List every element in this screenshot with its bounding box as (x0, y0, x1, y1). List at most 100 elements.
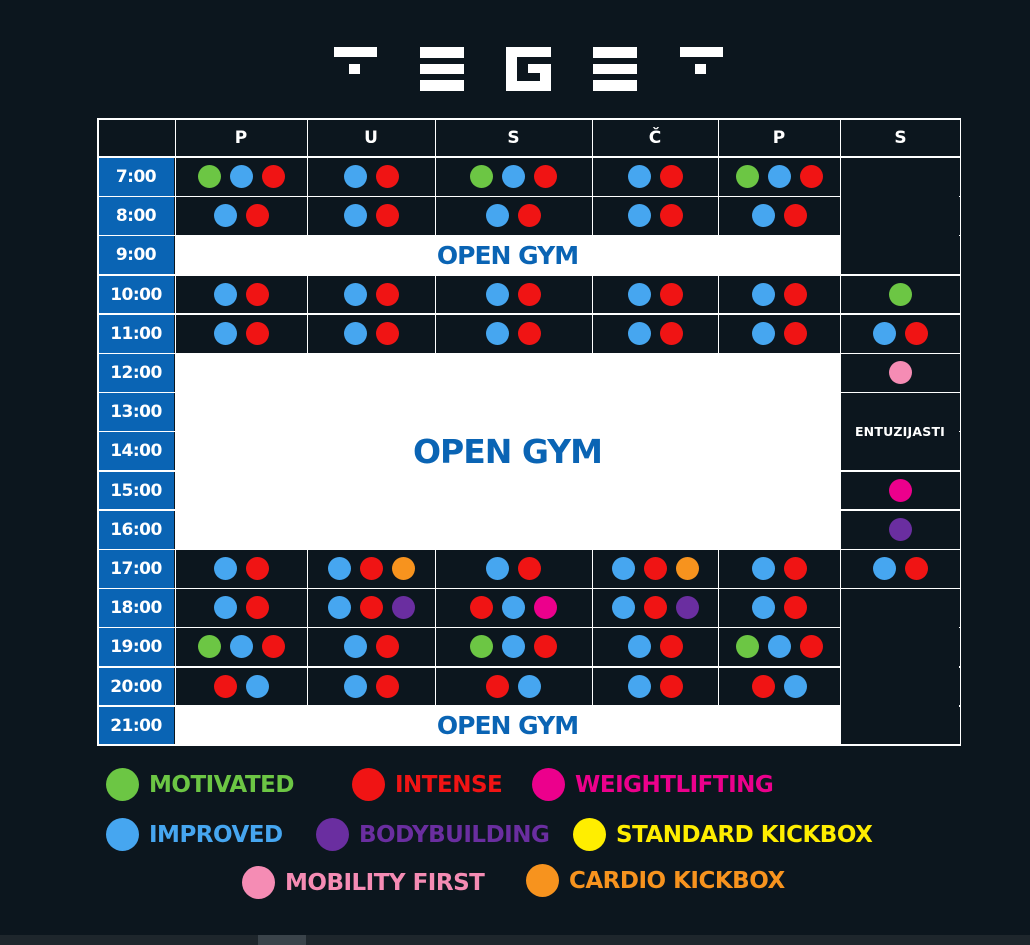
class-dot-improved (783, 674, 807, 698)
class-dot-improved (751, 321, 775, 345)
class-dot-improved (213, 557, 237, 581)
class-dot-improved (213, 321, 237, 345)
class-cell (307, 196, 435, 235)
class-cell (435, 314, 592, 353)
class-dot-intense (659, 635, 683, 659)
class-cell (718, 314, 840, 353)
class-dot-improved (245, 674, 269, 698)
class-dot-intense (783, 596, 807, 620)
saturday-empty-morning (841, 158, 959, 275)
time-label: 10:00 (98, 275, 174, 314)
class-dot-intense (534, 165, 557, 189)
class-dot-intense (486, 674, 509, 698)
legend-item-motivated: MOTIVATED (106, 768, 294, 801)
class-cell (175, 275, 307, 314)
legend-item-bodybuilding: BODYBUILDING (316, 818, 550, 851)
legend-item-cardio-kickbox: CARDIO KICKBOX (526, 864, 785, 897)
class-cell (307, 588, 435, 627)
legend-dot (316, 818, 349, 851)
class-dot-improved (502, 635, 525, 659)
legend-label: BODYBUILDING (359, 821, 550, 848)
class-dot-improved (327, 557, 351, 581)
class-dot-improved (627, 282, 651, 306)
class-dot-intense (245, 557, 269, 581)
day-header: U (364, 127, 378, 148)
class-dot-bodybuilding (675, 596, 699, 620)
class-dot-intense (375, 165, 399, 189)
class-cell (175, 549, 307, 588)
schedule-table: P U S Č P S 7:00 8:00 9:00 10:00 11:00 12:00 13:00 14… (97, 118, 961, 746)
class-dot-intense (518, 282, 541, 306)
taskbar-active-tab[interactable] (258, 935, 306, 945)
class-dot-motivated (735, 635, 759, 659)
class-dot-improved (502, 596, 525, 620)
class-dot-intense (261, 165, 285, 189)
class-dot-intense (375, 204, 399, 228)
class-dot-intense (245, 204, 269, 228)
class-cell (307, 549, 435, 588)
legend-dot (526, 864, 559, 897)
legend-dot (106, 818, 139, 851)
class-cell (435, 627, 592, 666)
class-dot-intense (375, 674, 399, 698)
legend-item-standard-kickbox: STANDARD KICKBOX (573, 818, 873, 851)
class-dot-motivated (889, 282, 912, 306)
time-label: 20:00 (98, 667, 174, 706)
class-dot-intense (659, 204, 683, 228)
legend: MOTIVATED INTENSE WEIGHTLIFTING IMPROVED BOD… (0, 760, 1030, 910)
class-dot-intense (359, 557, 383, 581)
taskbar (0, 935, 1030, 945)
class-cell (592, 275, 718, 314)
legend-label: WEIGHTLIFTING (575, 771, 774, 798)
class-dot-intense (518, 557, 541, 581)
class-dot-intense (659, 282, 683, 306)
time-label: 7:00 (98, 158, 174, 197)
class-cell (840, 510, 961, 549)
class-dot-intense (659, 165, 683, 189)
class-dot-improved (751, 596, 775, 620)
legend-label: MOTIVATED (149, 771, 294, 798)
class-dot-intense (659, 674, 683, 698)
grid-line (97, 156, 961, 158)
class-dot-improved (873, 321, 896, 345)
grid-line (97, 626, 961, 629)
legend-item-improved: IMPROVED (106, 818, 283, 851)
class-dot-weightlifting (534, 596, 557, 620)
grid-line (97, 313, 961, 315)
class-dot-weightlifting (889, 478, 912, 502)
time-label: 14:00 (98, 432, 174, 471)
legend-label: STANDARD KICKBOX (616, 821, 873, 848)
class-cell (718, 627, 840, 666)
class-cell (435, 588, 592, 627)
class-dot-intense (905, 321, 928, 345)
class-dot-cardio-kickbox (391, 557, 415, 581)
class-dot-improved (213, 204, 237, 228)
class-dot-improved (327, 596, 351, 620)
time-label: 18:00 (98, 589, 174, 628)
class-cell (175, 627, 307, 666)
open-gym-midday: OPEN GYM (175, 354, 840, 549)
open-gym-9: OPEN GYM (175, 236, 840, 275)
class-cell (435, 196, 592, 235)
legend-dot (352, 768, 385, 801)
day-header: Č (648, 127, 662, 148)
legend-label: INTENSE (395, 771, 503, 798)
class-cell (175, 196, 307, 235)
class-dot-improved (229, 635, 253, 659)
class-cell (592, 588, 718, 627)
class-dot-intense (359, 596, 383, 620)
class-cell (718, 588, 840, 627)
class-dot-improved (627, 635, 651, 659)
grid-line (97, 666, 961, 668)
class-dot-improved (767, 165, 791, 189)
class-dot-improved (627, 165, 651, 189)
open-gym-21: OPEN GYM (175, 706, 840, 745)
class-cell (592, 196, 718, 235)
day-header: P (234, 127, 248, 148)
class-dot-improved (611, 557, 635, 581)
time-label: 17:00 (98, 550, 174, 589)
class-cell (307, 275, 435, 314)
class-cell (435, 667, 592, 706)
class-dot-intense (245, 596, 269, 620)
class-dot-improved (343, 674, 367, 698)
